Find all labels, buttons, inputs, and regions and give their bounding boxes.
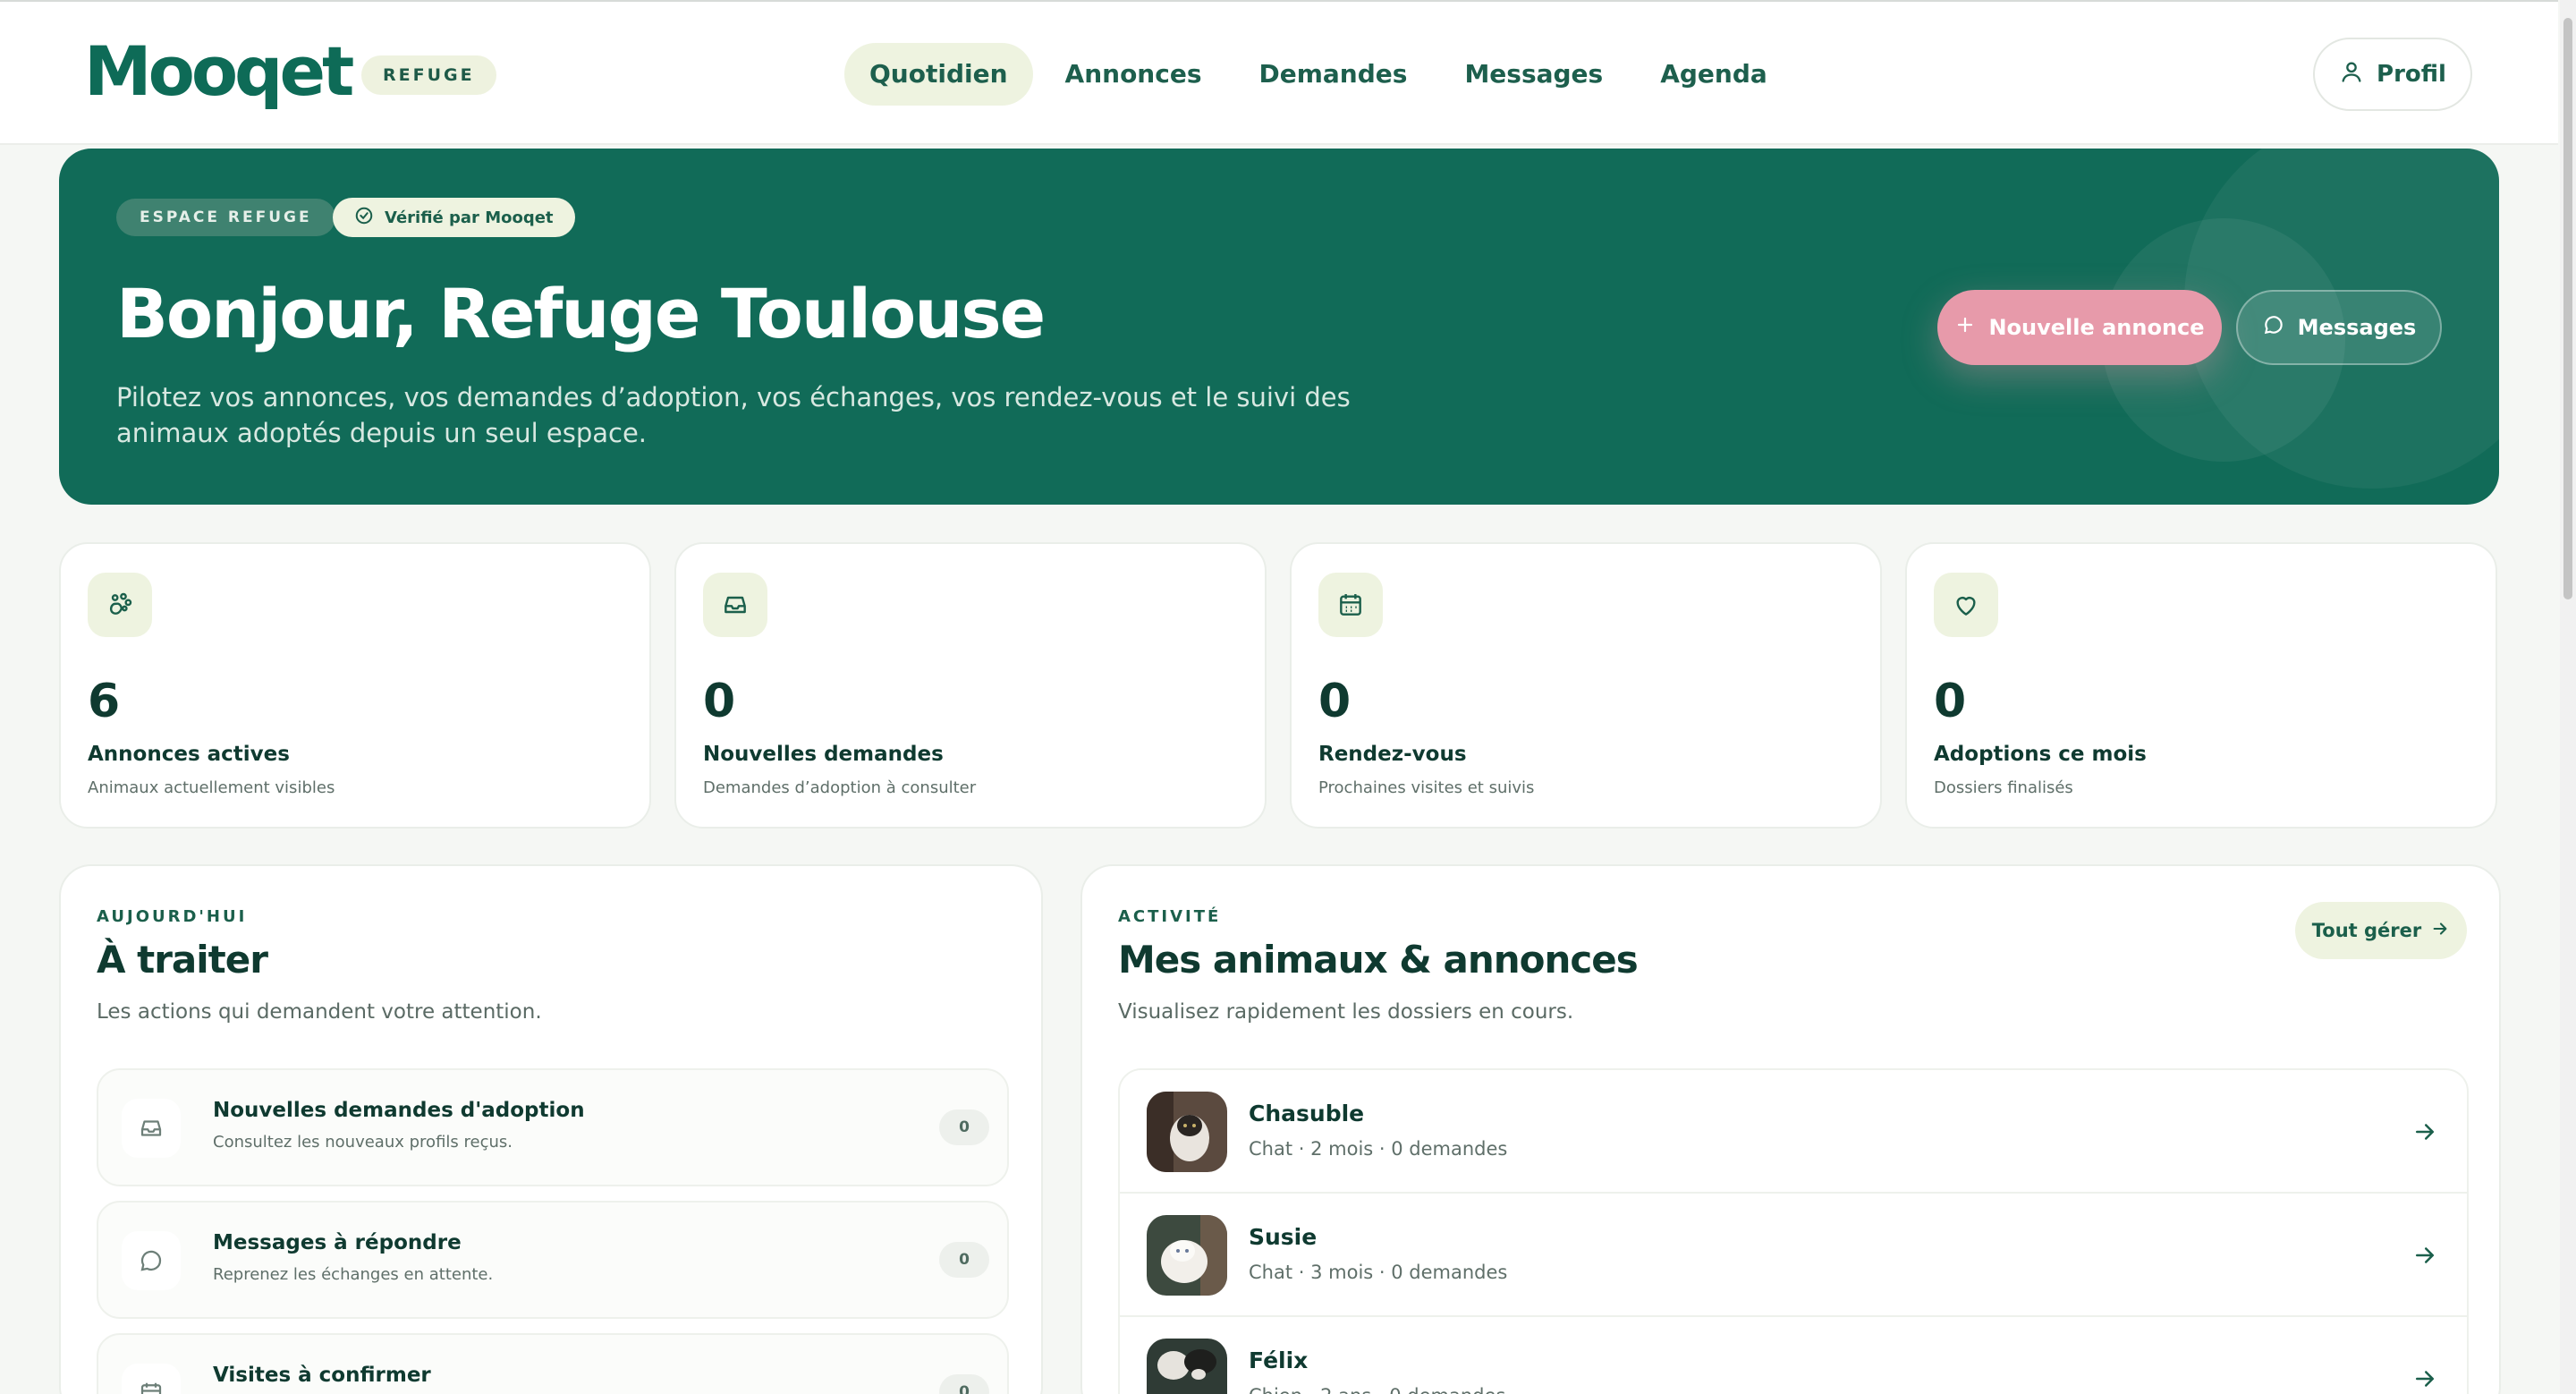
todo-description: Reprenez les échanges en attente. xyxy=(213,1265,494,1284)
arrow-right-icon xyxy=(2430,919,2450,943)
animal-row-chasuble[interactable]: Chasuble Chat · 2 mois · 0 demandes xyxy=(1120,1070,2467,1194)
messages-button[interactable]: Messages xyxy=(2236,290,2442,365)
calendar-icon xyxy=(1318,573,1383,637)
arrow-right-icon[interactable] xyxy=(2411,1242,2438,1272)
todo-title: Nouvelles demandes d'adoption xyxy=(213,1099,585,1122)
nav-item-annonces[interactable]: Annonces xyxy=(1040,43,1227,106)
stat-value: 0 xyxy=(1934,675,1967,728)
space-tag: ESPACE REFUGE xyxy=(116,199,335,236)
animal-photo xyxy=(1147,1215,1227,1296)
todo-description: Consultez les nouveaux profils reçus. xyxy=(213,1133,513,1152)
chat-icon xyxy=(2262,313,2285,342)
verified-label: Vérifié par Mooqet xyxy=(385,208,554,227)
count-badge: 0 xyxy=(939,1109,989,1145)
top-navigation: Mooqet REFUGE Quotidien Annonces Demande… xyxy=(0,0,2558,145)
section-subtitle: Visualisez rapidement les dossiers en co… xyxy=(1118,1000,1574,1024)
animal-name: Félix xyxy=(1249,1347,1309,1373)
chat-icon xyxy=(122,1231,181,1290)
animal-name: Chasuble xyxy=(1249,1101,1365,1126)
page-scrollbar[interactable] xyxy=(2560,0,2576,1394)
stat-card-appointments[interactable]: 0 Rendez-vous Prochaines visites et suiv… xyxy=(1290,542,1882,829)
messages-label: Messages xyxy=(2297,315,2417,340)
animal-meta: Chien · 2 ans · 0 demandes xyxy=(1249,1385,1505,1394)
main-nav: Quotidien Annonces Demandes Messages Age… xyxy=(844,43,1792,106)
nav-item-demandes[interactable]: Demandes xyxy=(1234,43,1433,106)
verified-badge: Vérifié par Mooqet xyxy=(333,198,575,237)
stat-label: Nouvelles demandes xyxy=(703,743,944,766)
section-kicker: ACTIVITÉ xyxy=(1118,907,1222,926)
manage-all-button[interactable]: Tout gérer xyxy=(2295,902,2467,959)
nav-item-agenda[interactable]: Agenda xyxy=(1635,43,1792,106)
inbox-icon xyxy=(703,573,767,637)
stat-label: Rendez-vous xyxy=(1318,743,1467,766)
stat-description: Prochaines visites et suivis xyxy=(1318,778,1535,797)
role-badge: REFUGE xyxy=(361,55,496,95)
calendar-icon xyxy=(122,1364,181,1394)
heart-icon xyxy=(1934,573,1998,637)
hero-banner: ESPACE REFUGE Vérifié par Mooqet Bonjour… xyxy=(59,149,2499,505)
scrollbar-thumb[interactable] xyxy=(2563,18,2572,599)
page-title: Bonjour, Refuge Toulouse xyxy=(116,274,1046,353)
todo-title: Visites à confirmer xyxy=(213,1364,431,1387)
stat-card-active-listings[interactable]: 6 Annonces actives Animaux actuellement … xyxy=(59,542,651,829)
todo-item-adoption-requests[interactable]: Nouvelles demandes d'adoption Consultez … xyxy=(97,1068,1009,1186)
new-listing-button[interactable]: Nouvelle annonce xyxy=(1937,290,2222,365)
check-circle-icon xyxy=(354,206,374,230)
brand-logo[interactable]: Mooqet xyxy=(84,34,354,109)
user-icon xyxy=(2339,59,2364,90)
todo-item-visits[interactable]: Visites à confirmer 0 xyxy=(97,1333,1009,1394)
stat-card-new-requests[interactable]: 0 Nouvelles demandes Demandes d’adoption… xyxy=(674,542,1267,829)
animal-row-susie[interactable]: Susie Chat · 3 mois · 0 demandes xyxy=(1120,1194,2467,1317)
activity-panel: ACTIVITÉ Mes animaux & annonces Visualis… xyxy=(1080,864,2501,1394)
stat-value: 6 xyxy=(88,675,121,728)
inbox-icon xyxy=(122,1099,181,1158)
profile-button[interactable]: Profil xyxy=(2313,38,2472,111)
hero-subtitle: Pilotez vos annonces, vos demandes d’ado… xyxy=(116,382,1351,448)
stat-value: 0 xyxy=(703,675,736,728)
stat-label: Annonces actives xyxy=(88,743,290,766)
animal-name: Susie xyxy=(1249,1224,1318,1250)
section-kicker: AUJOURD'HUI xyxy=(97,907,248,926)
arrow-right-icon[interactable] xyxy=(2411,1365,2438,1394)
count-badge: 0 xyxy=(939,1242,989,1278)
animal-photo xyxy=(1147,1339,1227,1394)
paw-icon xyxy=(88,573,152,637)
count-badge: 0 xyxy=(939,1374,989,1394)
stat-description: Animaux actuellement visibles xyxy=(88,778,335,797)
nav-item-messages[interactable]: Messages xyxy=(1439,43,1628,106)
section-title: À traiter xyxy=(97,938,268,982)
manage-all-label: Tout gérer xyxy=(2311,920,2422,941)
arrow-right-icon[interactable] xyxy=(2411,1118,2438,1149)
todo-panel: AUJOURD'HUI À traiter Les actions qui de… xyxy=(59,864,1043,1394)
stat-card-adoptions[interactable]: 0 Adoptions ce mois Dossiers finalisés xyxy=(1905,542,2497,829)
stat-label: Adoptions ce mois xyxy=(1934,743,2147,766)
section-subtitle: Les actions qui demandent votre attentio… xyxy=(97,1000,542,1024)
plus-icon xyxy=(1954,314,1976,341)
section-title: Mes animaux & annonces xyxy=(1118,938,1639,982)
animal-photo xyxy=(1147,1092,1227,1172)
profile-label: Profil xyxy=(2377,61,2446,88)
stat-value: 0 xyxy=(1318,675,1352,728)
animal-meta: Chat · 2 mois · 0 demandes xyxy=(1249,1138,1508,1160)
new-listing-label: Nouvelle annonce xyxy=(1988,315,2205,340)
stat-description: Demandes d’adoption à consulter xyxy=(703,778,977,797)
todo-title: Messages à répondre xyxy=(213,1231,462,1254)
nav-item-quotidien[interactable]: Quotidien xyxy=(844,43,1033,106)
animal-row-felix[interactable]: Félix Chien · 2 ans · 0 demandes xyxy=(1120,1317,2467,1394)
animal-meta: Chat · 3 mois · 0 demandes xyxy=(1249,1262,1508,1283)
stat-description: Dossiers finalisés xyxy=(1934,778,2073,797)
todo-item-messages[interactable]: Messages à répondre Reprenez les échange… xyxy=(97,1201,1009,1319)
animal-list: Chasuble Chat · 2 mois · 0 demandes Susi… xyxy=(1118,1068,2469,1394)
